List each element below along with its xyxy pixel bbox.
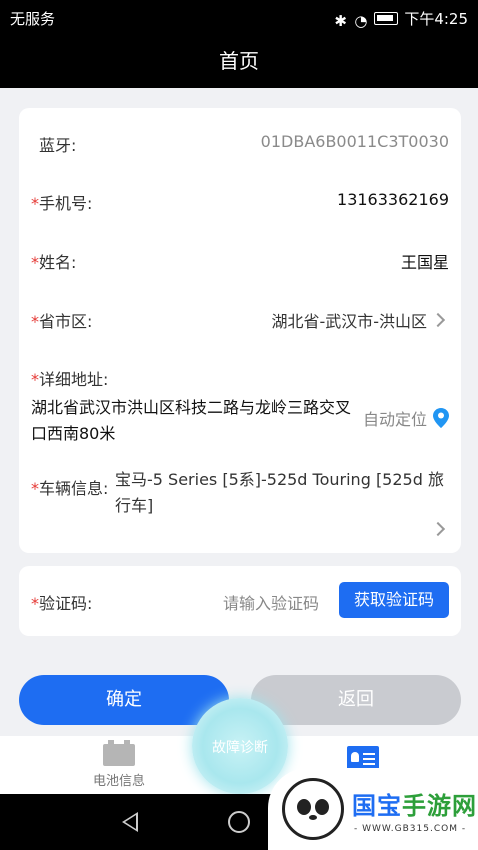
bluetooth-label: 蓝牙: — [39, 136, 77, 155]
confirm-button[interactable]: 确定 — [19, 675, 229, 725]
clock-text: 下午4:25 — [404, 10, 468, 28]
verification-code-input[interactable]: 请输入验证码 — [223, 590, 319, 614]
chevron-right-icon[interactable] — [430, 312, 446, 328]
home-icon[interactable] — [228, 811, 250, 833]
required-mark: * — [31, 370, 39, 389]
bluetooth-icon: ✱ — [334, 11, 347, 30]
required-mark: * — [31, 479, 39, 498]
back-button[interactable]: 返回 — [251, 675, 461, 725]
verification-card: *验证码: 请输入验证码 获取验证码 — [19, 566, 461, 636]
info-form-card: 蓝牙: 01DBA6B0011C3T0030 *手机号: 13163362169… — [19, 108, 461, 553]
battery-status-icon — [374, 12, 399, 25]
phone-field[interactable]: 13163362169 — [337, 190, 449, 209]
bluetooth-value: 01DBA6B0011C3T0030 — [260, 132, 449, 151]
tab-profile[interactable] — [330, 740, 396, 770]
fault-diagnosis-label[interactable]: 故障诊断 — [192, 737, 288, 757]
required-mark: * — [31, 194, 39, 213]
back-icon[interactable] — [122, 812, 138, 832]
watermark-brand: 国宝手游网 — [352, 792, 477, 820]
panda-logo-icon — [282, 778, 344, 840]
chevron-right-icon[interactable] — [430, 521, 446, 537]
watermark-url: - WWW.GB315.COM - — [354, 824, 467, 834]
region-label: 省市区: — [39, 312, 93, 331]
vehicle-selector[interactable]: 宝马-5 Series [5系]-525d Touring [525d 旅行车] — [115, 467, 445, 519]
name-label: 姓名: — [39, 253, 77, 272]
tab-battery-info[interactable]: 电池信息 — [86, 740, 152, 789]
required-mark: * — [31, 594, 39, 613]
watermark: 国宝手游网 - WWW.GB315.COM - — [268, 768, 478, 850]
get-code-button[interactable]: 获取验证码 — [339, 582, 449, 618]
vehicle-label: 车辆信息: — [39, 479, 109, 498]
region-selector[interactable]: 湖北省-武汉市-洪山区 — [271, 308, 427, 332]
address-field[interactable]: 湖北省武汉市洪山区科技二路与龙岭三路交叉口西南80米 — [31, 395, 351, 447]
auto-locate-button[interactable]: 自动定位 — [363, 406, 449, 430]
wifi-icon: ◔ — [354, 11, 368, 30]
address-label: 详细地址: — [39, 370, 109, 389]
required-mark: * — [31, 312, 39, 331]
carrier-text: 无服务 — [10, 10, 56, 28]
required-mark: * — [31, 253, 39, 272]
auto-locate-label: 自动定位 — [362, 410, 427, 429]
page-title: 首页 — [0, 34, 478, 88]
id-card-icon — [347, 746, 379, 770]
name-field[interactable]: 王国星 — [401, 249, 449, 273]
battery-icon — [103, 740, 135, 766]
location-pin-icon — [433, 408, 449, 428]
phone-label: 手机号: — [39, 194, 93, 213]
tab-battery-label: 电池信息 — [92, 774, 145, 789]
status-bar: 无服务 ✱ ◔ 下午4:25 — [0, 0, 478, 34]
verification-label: 验证码: — [39, 594, 93, 613]
